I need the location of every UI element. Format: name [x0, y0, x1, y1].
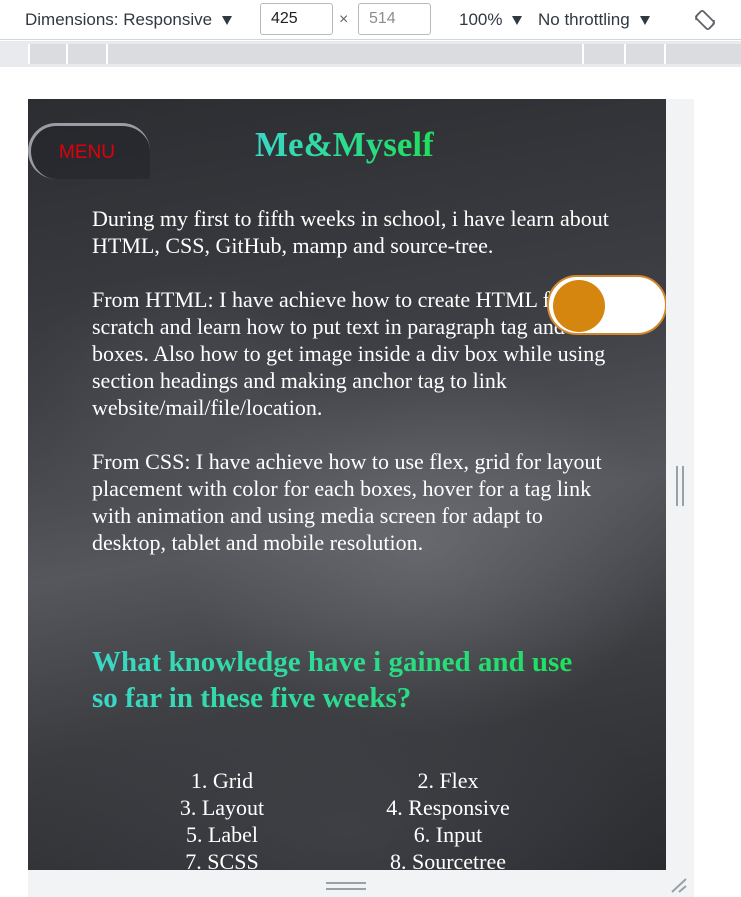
- resize-handle-bottom[interactable]: [326, 882, 366, 890]
- menu-label[interactable]: MENU: [59, 142, 115, 164]
- css-paragraph: From CSS: I have achieve how to use flex…: [92, 449, 602, 555]
- chevron-down-icon: [512, 15, 523, 25]
- media-query-segment[interactable]: [664, 44, 741, 64]
- list-item: 8. Sourcetree: [389, 849, 507, 870]
- device-toolbar: Dimensions: Responsive 425 × 514 100% No…: [0, 0, 741, 40]
- width-input[interactable]: 425: [260, 3, 333, 35]
- resize-handle-right[interactable]: [675, 466, 685, 506]
- html-paragraph: From HTML: I have achieve how to create …: [92, 287, 606, 420]
- list-item: 2. Flex: [417, 768, 479, 793]
- height-input[interactable]: 514: [358, 3, 431, 35]
- resize-corner-icon[interactable]: [668, 876, 688, 894]
- list-item: 7. SCSS: [185, 849, 259, 870]
- media-query-segment[interactable]: [624, 44, 664, 64]
- media-query-segment[interactable]: [66, 44, 106, 64]
- dimensions-dropdown[interactable]: Dimensions: Responsive: [25, 0, 233, 40]
- knowledge-heading: What knowledge have i gained and use so …: [92, 644, 592, 716]
- list-item: 3. Layout: [179, 795, 265, 820]
- site-title: Me&Myself: [255, 125, 434, 164]
- intro-paragraph: During my first to fifth weeks in school…: [92, 206, 609, 258]
- list-item: 4. Responsive: [386, 795, 510, 820]
- toggle-knob[interactable]: [553, 280, 605, 332]
- throttling-label: No throttling: [538, 10, 630, 29]
- media-query-segment[interactable]: [582, 44, 624, 64]
- list-item: 5. Label: [185, 822, 259, 847]
- media-query-bar[interactable]: [0, 41, 741, 67]
- zoom-label: 100%: [459, 10, 503, 29]
- chevron-down-icon: [222, 15, 233, 25]
- list-item: 1. Grid: [190, 768, 254, 793]
- media-query-segment[interactable]: [28, 44, 66, 64]
- knowledge-list-right: 2. Flex 4. Responsive 6. Input 8. Source…: [368, 767, 528, 870]
- throttling-dropdown[interactable]: No throttling: [538, 0, 650, 40]
- dimensions-label: Dimensions: Responsive: [25, 10, 213, 29]
- page-viewport: MENU Me&Myself During my first to fifth …: [28, 99, 666, 870]
- chevron-down-icon: [639, 15, 650, 25]
- theme-toggle[interactable]: [547, 275, 666, 335]
- knowledge-list-left: 1. Grid 3. Layout 5. Label 7. SCSS: [157, 767, 287, 870]
- times-symbol: ×: [339, 11, 349, 28]
- zoom-dropdown[interactable]: 100%: [459, 0, 523, 40]
- rotate-device-icon[interactable]: [693, 8, 717, 32]
- list-item: 6. Input: [413, 822, 483, 847]
- media-query-segment[interactable]: [106, 44, 582, 64]
